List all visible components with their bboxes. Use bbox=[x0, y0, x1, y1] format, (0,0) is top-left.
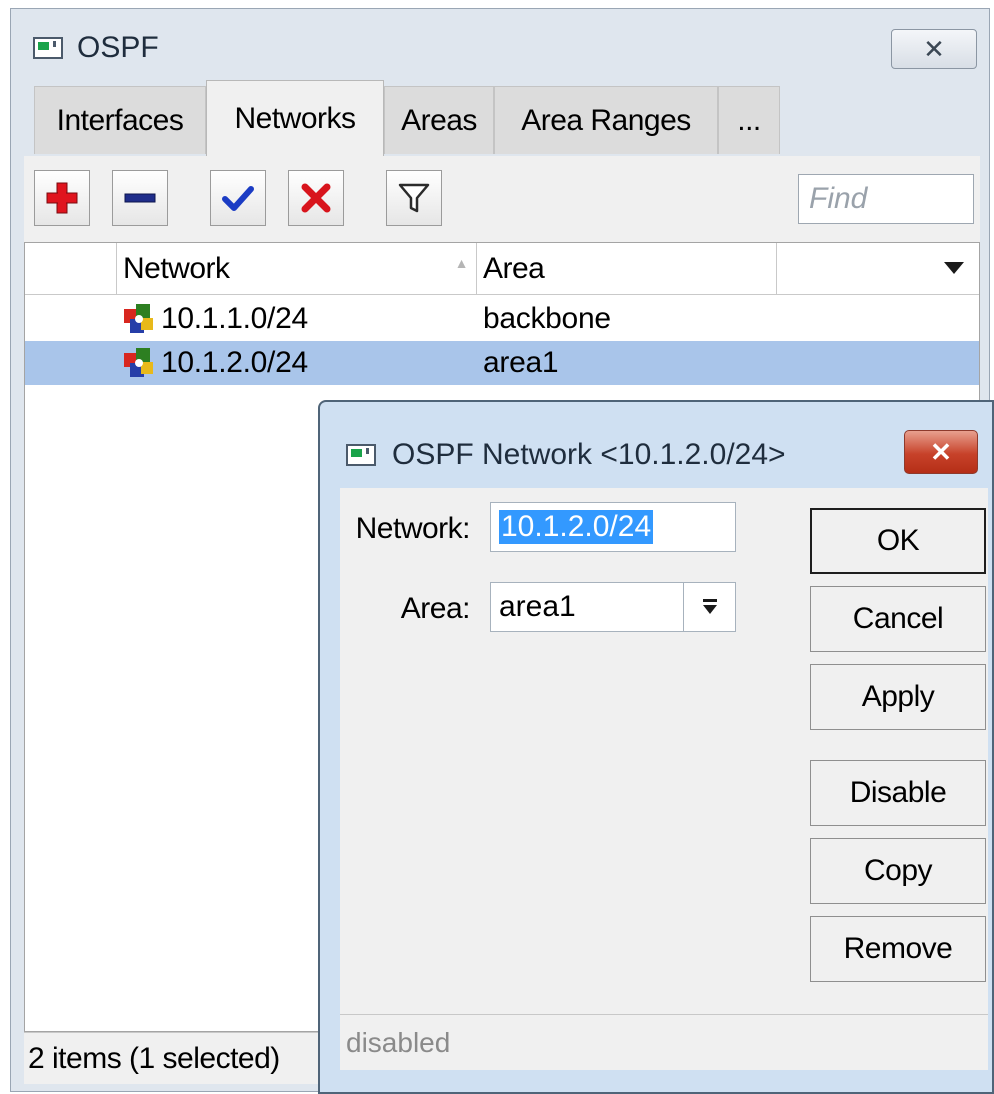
dialog-titlebar[interactable]: OSPF Network <10.1.2.0/24> ✕ bbox=[320, 402, 992, 488]
x-icon bbox=[301, 183, 331, 213]
column-header-network[interactable]: Network ▲ bbox=[117, 243, 477, 295]
disable-button[interactable] bbox=[288, 170, 344, 226]
network-entry-icon bbox=[124, 348, 153, 377]
network-field-value: 10.1.2.0/24 bbox=[499, 510, 654, 544]
area-cell: backbone bbox=[483, 297, 611, 341]
window-close-button[interactable]: ✕ bbox=[891, 29, 977, 69]
tab-areas[interactable]: Areas bbox=[384, 86, 494, 154]
dialog-close-button[interactable]: ✕ bbox=[904, 430, 978, 474]
table-row-selected[interactable]: 10.1.2.0/24 area1 bbox=[25, 341, 979, 385]
ospf-network-dialog: OSPF Network <10.1.2.0/24> ✕ Network: 10… bbox=[318, 400, 994, 1094]
network-cell: 10.1.1.0/24 bbox=[121, 297, 308, 341]
find-input[interactable] bbox=[798, 174, 974, 224]
network-cell: 10.1.2.0/24 bbox=[121, 341, 308, 385]
area-dropdown-button[interactable] bbox=[683, 583, 735, 631]
dialog-body: Network: 10.1.2.0/24 Area: area1 OK Canc… bbox=[340, 488, 988, 1014]
column-header-label: Area bbox=[483, 251, 545, 285]
tab-networks[interactable]: Networks bbox=[206, 80, 384, 156]
remove-button[interactable] bbox=[112, 170, 168, 226]
item-count-status: 2 items (1 selected) bbox=[28, 1042, 280, 1075]
table-header-blank bbox=[25, 243, 117, 295]
disable-button[interactable]: Disable bbox=[810, 760, 986, 826]
tab-more[interactable]: ... bbox=[718, 86, 780, 154]
table-row[interactable]: 10.1.1.0/24 backbone bbox=[25, 297, 979, 341]
ok-button[interactable]: OK bbox=[810, 508, 986, 574]
column-chooser[interactable] bbox=[777, 243, 979, 295]
remove-button[interactable]: Remove bbox=[810, 916, 986, 982]
tab-label: Networks bbox=[234, 101, 356, 135]
toolbar bbox=[24, 156, 980, 242]
app-window-icon bbox=[346, 444, 376, 466]
close-icon: ✕ bbox=[930, 436, 952, 467]
copy-button[interactable]: Copy bbox=[810, 838, 986, 904]
network-value: 10.1.2.0/24 bbox=[161, 346, 308, 379]
tab-label: ... bbox=[737, 103, 761, 137]
tab-label: Areas bbox=[401, 103, 477, 137]
apply-button[interactable]: Apply bbox=[810, 664, 986, 730]
window-title: OSPF bbox=[77, 31, 159, 64]
tab-label: Interfaces bbox=[56, 103, 184, 137]
filter-button[interactable] bbox=[386, 170, 442, 226]
dialog-title: OSPF Network <10.1.2.0/24> bbox=[392, 438, 786, 471]
close-icon: ✕ bbox=[923, 33, 945, 64]
minus-icon bbox=[124, 193, 156, 203]
enable-button[interactable] bbox=[210, 170, 266, 226]
area-label: Area: bbox=[400, 592, 471, 625]
app-window-icon bbox=[33, 37, 63, 59]
tab-label: Area Ranges bbox=[521, 103, 691, 137]
check-icon bbox=[222, 186, 254, 211]
sort-ascending-icon: ▲ bbox=[454, 255, 469, 271]
area-select-value: area1 bbox=[499, 590, 576, 623]
dialog-status-text: disabled bbox=[346, 1026, 451, 1058]
network-value: 10.1.1.0/24 bbox=[161, 302, 308, 335]
add-button[interactable] bbox=[34, 170, 90, 226]
dropdown-arrow-icon bbox=[702, 599, 717, 614]
network-entry-icon bbox=[124, 304, 153, 333]
tab-area-ranges[interactable]: Area Ranges bbox=[494, 86, 718, 154]
network-field[interactable]: 10.1.2.0/24 bbox=[490, 502, 736, 552]
funnel-icon bbox=[398, 183, 430, 213]
network-label: Network: bbox=[355, 512, 471, 545]
column-header-label: Network bbox=[123, 251, 230, 285]
tab-interfaces[interactable]: Interfaces bbox=[34, 86, 206, 154]
window-titlebar[interactable]: OSPF ✕ bbox=[11, 9, 989, 89]
column-header-area[interactable]: Area bbox=[477, 243, 777, 295]
area-cell: area1 bbox=[483, 341, 559, 385]
area-value: backbone bbox=[483, 302, 611, 335]
area-select[interactable]: area1 bbox=[490, 582, 736, 632]
area-value: area1 bbox=[483, 346, 559, 379]
dialog-status-bar: disabled bbox=[340, 1014, 988, 1070]
plus-icon bbox=[46, 182, 78, 214]
cancel-button[interactable]: Cancel bbox=[810, 586, 986, 652]
dropdown-arrow-icon bbox=[944, 262, 964, 274]
